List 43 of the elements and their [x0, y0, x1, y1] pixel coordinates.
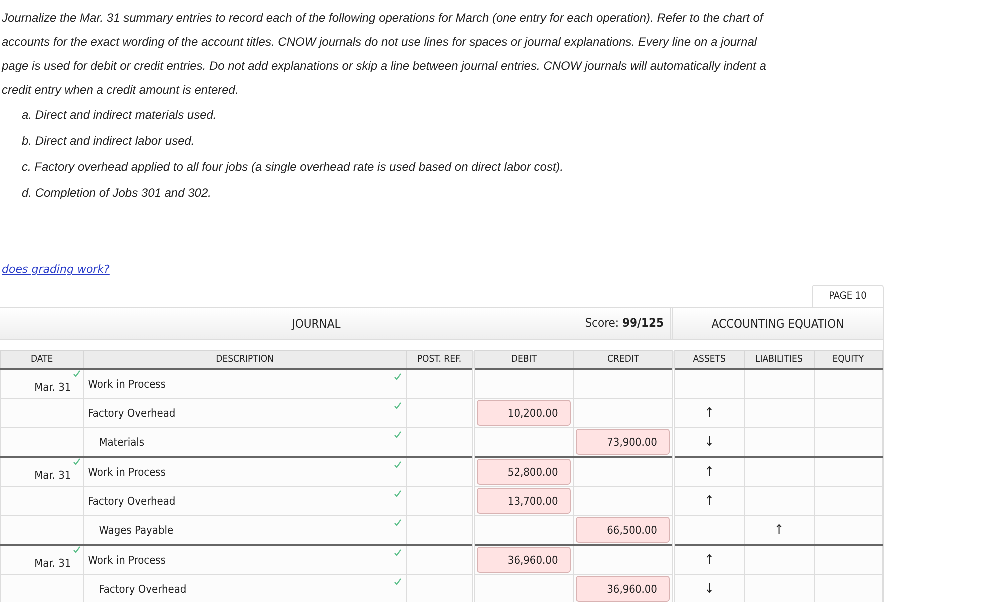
column-header: DATE: [0, 350, 84, 369]
amount-field[interactable]: 66,500.00: [576, 517, 670, 543]
date-text: Mar. 31: [34, 556, 72, 570]
account-name: Work in Process: [88, 554, 166, 566]
arrow-text: ↑: [704, 494, 714, 508]
score-text: Score: 99/125: [573, 308, 673, 339]
account-name: Factory Overhead: [98, 582, 187, 596]
arrow-text: ↓: [704, 582, 714, 596]
date-text: Mar. 31: [34, 380, 72, 394]
arrow-text: ↑: [774, 522, 784, 538]
amount-field[interactable]: 52,800.00: [477, 459, 572, 485]
amount-field[interactable]: 10,200.00: [477, 400, 572, 426]
column-header: POST. REF.: [406, 350, 474, 369]
operation-text: c. Factory overhead applied to all four jobs (a single overhead rate is used based on direct labor cost).: [22, 159, 565, 176]
arrow-text: ↑: [704, 464, 714, 480]
operation-text: d. Completion of Jobs 301 and 302.: [22, 185, 212, 202]
account-name: Factory Overhead: [88, 406, 176, 420]
column-header: EQUITY: [814, 350, 882, 369]
column-header: CREDIT: [574, 350, 674, 369]
operation-text: b. Direct and indirect labor used.: [22, 133, 196, 150]
instructions-text: Journalize the Mar. 31 summary entries to record each of the following operations for March (one entry for each operation). Refer to the chart of accounts for the exact wording of the account titles. CNOW journals do not use lines for spaces or journal explanations. Every line on a journal page is used for debit or credit entries. Do not add explanations or skip a line between journal entries. CNOW journals will automatically indent a credit entry when a credit amount is entered.: [2, 10, 768, 99]
account-name: Wages Payable: [98, 524, 174, 536]
column-header: DEBIT: [474, 350, 574, 369]
account-name: Work in Process: [88, 466, 166, 478]
page-tab[interactable]: PAGE 10: [812, 285, 884, 307]
date-text: Mar. 31: [34, 468, 72, 482]
amount-field[interactable]: 73,900.00: [576, 429, 670, 455]
arrow-text: ↑: [704, 406, 714, 420]
arrow-text: ↑: [704, 552, 714, 568]
amount-field[interactable]: 36,960.00: [477, 547, 572, 573]
amount-field[interactable]: 13,700.00: [477, 488, 572, 514]
account-name: Factory Overhead: [88, 494, 176, 508]
column-header: DESCRIPTION: [84, 350, 406, 369]
account-name: Work in Process: [88, 378, 166, 390]
arrow-text: ↓: [704, 434, 714, 450]
column-header: LIABILITIES: [744, 350, 814, 369]
journal-title: JOURNAL: [290, 316, 342, 330]
operation-text: a. Direct and indirect materials used.: [22, 107, 218, 124]
account-name: Materials: [98, 436, 145, 448]
column-header: ASSETS: [674, 350, 744, 369]
help-link[interactable]: does grading work?: [2, 263, 110, 276]
amount-field[interactable]: 36,960.00: [576, 576, 670, 602]
equation-title: ACCOUNTING EQUATION: [710, 316, 846, 330]
